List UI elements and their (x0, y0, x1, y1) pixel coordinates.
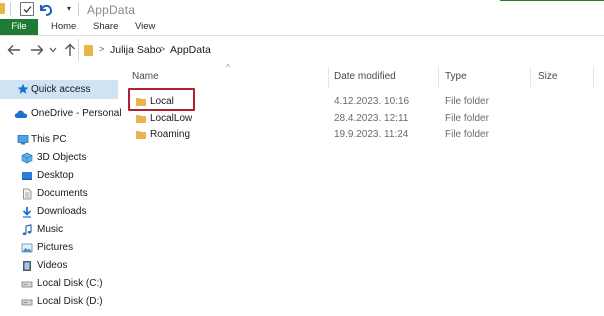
desktop-icon (22, 172, 32, 180)
picture-icon (21, 243, 33, 253)
sidebar-item-local-disk-c[interactable]: Local Disk (C:) (0, 275, 118, 293)
sidebar-item-label: Quick access (31, 84, 91, 95)
sidebar-item-3d-objects[interactable]: 3D Objects (0, 149, 118, 167)
chevron-right-icon[interactable]: > (99, 44, 104, 54)
ribbon-tabs: File Home Share View (0, 19, 604, 36)
sidebar-item-local-disk-d[interactable]: Local Disk (D:) (0, 293, 118, 311)
folder-icon (84, 45, 93, 56)
column-header-date-modified[interactable]: Date modified (334, 71, 396, 82)
file-type: File folder (445, 113, 489, 124)
sidebar-item-label: Downloads (37, 206, 87, 217)
window-title: AppData (87, 3, 136, 17)
sidebar-item-label: OneDrive - Personal (31, 108, 122, 119)
drive-icon (21, 281, 33, 288)
cloud-icon (14, 110, 28, 118)
sidebar-item-label: Documents (37, 188, 88, 199)
folder-icon (0, 3, 5, 14)
arrow-right-icon (31, 45, 44, 55)
arrow-left-icon (7, 45, 20, 55)
navigation-bar: > Julija Sabo > AppData (0, 37, 604, 63)
navigation-pane: Quick access OneDrive - Personal This PC… (0, 63, 122, 316)
folder-icon (136, 131, 146, 139)
drive-icon (21, 299, 33, 306)
toolbar-divider (10, 2, 11, 16)
tab-view[interactable]: View (135, 19, 155, 35)
forward-button[interactable] (29, 42, 45, 58)
back-button[interactable] (6, 42, 22, 58)
title-accent-line (500, 0, 604, 1)
document-icon (23, 188, 32, 200)
undo-icon[interactable] (38, 2, 54, 17)
up-button[interactable] (62, 42, 78, 58)
file-name: LocalLow (150, 113, 193, 124)
column-header-name[interactable]: Name (132, 71, 159, 82)
customize-toolbar-icon[interactable]: ▾ (67, 4, 71, 13)
column-headers: ^ Name Date modified Type Size (118, 63, 604, 89)
chevron-down-icon (49, 47, 57, 53)
sidebar-item-label: Local Disk (C:) (37, 278, 103, 289)
chevron-right-icon[interactable]: > (160, 44, 165, 54)
file-type: File folder (445, 96, 489, 107)
breadcrumb-appdata[interactable]: AppData (170, 44, 211, 56)
file-type: File folder (445, 129, 489, 140)
column-divider[interactable] (328, 67, 329, 87)
sidebar-item-desktop[interactable]: Desktop (0, 167, 118, 185)
music-note-icon (22, 224, 32, 235)
star-icon (17, 83, 29, 94)
sidebar-item-label: Desktop (37, 170, 74, 181)
sidebar-item-music[interactable]: Music (0, 221, 118, 239)
title-bar: ▾ AppData (0, 0, 604, 19)
folder-icon (136, 115, 146, 123)
column-divider[interactable] (593, 67, 594, 87)
download-icon (22, 207, 32, 218)
arrow-up-icon (65, 43, 75, 56)
column-header-type[interactable]: Type (445, 71, 467, 82)
file-row-roaming[interactable]: Roaming 19.9.2023. 11:24 File folder (118, 126, 604, 143)
sidebar-item-quick-access[interactable]: Quick access (0, 80, 118, 99)
sidebar-item-downloads[interactable]: Downloads (0, 203, 118, 221)
column-divider[interactable] (438, 67, 439, 87)
sidebar-item-documents[interactable]: Documents (0, 185, 118, 203)
breadcrumb-user[interactable]: Julija Sabo (110, 44, 161, 56)
file-name: Roaming (150, 129, 191, 140)
sidebar-item-label: Videos (37, 260, 68, 271)
sidebar-item-label: This PC (31, 134, 67, 145)
cube-icon (21, 152, 33, 164)
sidebar-item-this-pc[interactable]: This PC (0, 131, 118, 149)
toolbar-divider (78, 2, 79, 16)
highlight-annotation (128, 88, 195, 111)
tab-share[interactable]: Share (93, 19, 118, 35)
properties-icon[interactable] (20, 2, 34, 16)
sidebar-item-label: Local Disk (D:) (37, 296, 103, 307)
sidebar-item-pictures[interactable]: Pictures (0, 239, 118, 257)
column-header-size[interactable]: Size (538, 71, 557, 82)
sidebar-item-label: Pictures (37, 242, 74, 253)
sidebar-item-label: 3D Objects (37, 152, 87, 163)
monitor-icon (17, 135, 29, 145)
file-date: 4.12.2023. 10:16 (334, 96, 410, 107)
sort-ascending-icon: ^ (226, 63, 230, 72)
address-bar-border (78, 39, 79, 61)
sidebar-item-videos[interactable]: Videos (0, 257, 118, 275)
recent-locations-button[interactable] (48, 42, 58, 58)
file-row-locallow[interactable]: LocalLow 28.4.2023. 12:11 File folder (118, 110, 604, 127)
column-divider[interactable] (530, 67, 531, 87)
tab-file[interactable]: File (0, 19, 38, 35)
file-date: 19.9.2023. 11:24 (334, 129, 409, 140)
film-icon (23, 261, 31, 271)
file-date: 28.4.2023. 12:11 (334, 113, 409, 124)
tab-home[interactable]: Home (51, 19, 76, 35)
sidebar-item-onedrive[interactable]: OneDrive - Personal (0, 105, 122, 123)
sidebar-item-label: Music (37, 224, 64, 235)
